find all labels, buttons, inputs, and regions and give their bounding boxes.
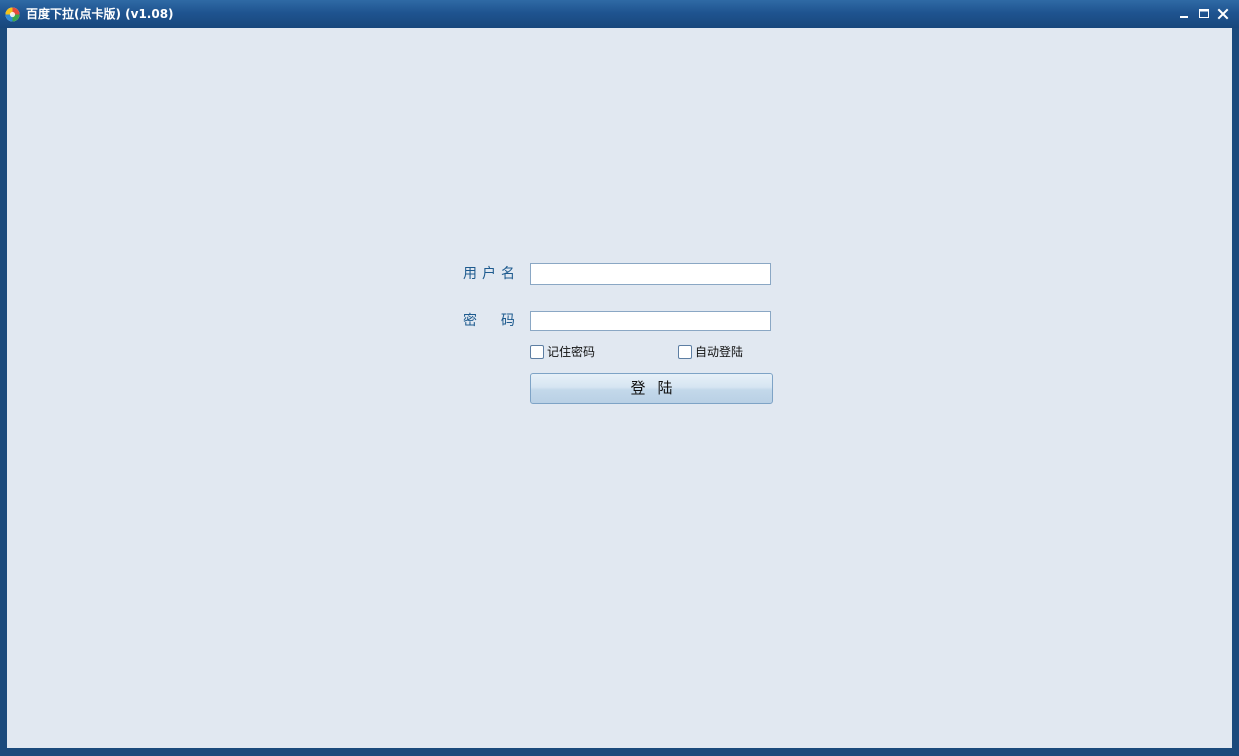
login-panel: 用户名 密 码 记住密码 自动登陆 登陆 (7, 28, 1232, 748)
username-label: 用户名 (463, 266, 520, 282)
remember-password-label[interactable]: 记住密码 (547, 344, 595, 360)
password-input[interactable] (530, 311, 771, 331)
remember-password-checkbox[interactable] (530, 345, 544, 359)
auto-login-checkbox[interactable] (678, 345, 692, 359)
close-icon[interactable] (1216, 6, 1230, 20)
app-window: 百度下拉(点卡版) (v1.08) 用户名 密 码 记住密码 自动登陆 登陆 (0, 0, 1239, 756)
title-bar[interactable]: 百度下拉(点卡版) (v1.08) (0, 0, 1239, 28)
password-label: 密 码 (463, 313, 520, 329)
login-button[interactable]: 登陆 (530, 373, 773, 404)
window-title: 百度下拉(点卡版) (v1.08) (26, 7, 174, 21)
minimize-icon[interactable] (1177, 6, 1191, 20)
auto-login-label[interactable]: 自动登陆 (695, 344, 743, 360)
maximize-icon[interactable] (1197, 6, 1211, 20)
app-logo-icon (5, 7, 20, 22)
username-input[interactable] (530, 263, 771, 285)
